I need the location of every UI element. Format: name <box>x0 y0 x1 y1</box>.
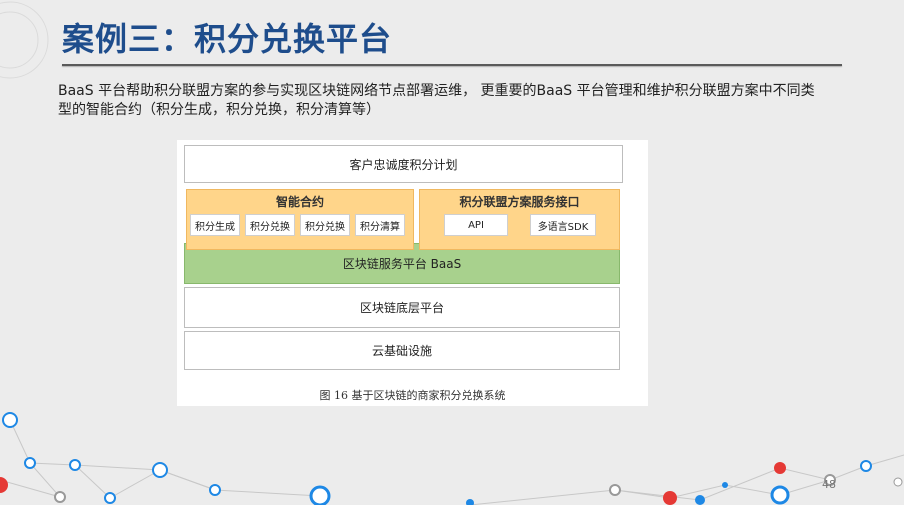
network-node-icon <box>152 462 168 478</box>
smart-contract-title: 智能合约 <box>275 195 324 209</box>
architecture-figure: 客户忠诚度积分计划 区块链服务平台 BaaS 智能合约 积分生成 积分兑换 积分… <box>177 140 648 406</box>
service-interface-title: 积分联盟方案服务接口 <box>459 195 580 209</box>
network-node-icon <box>209 484 221 496</box>
contract-item: 积分兑换 <box>300 214 350 236</box>
contract-item: 积分清算 <box>355 214 405 236</box>
network-node-icon <box>695 495 705 505</box>
figure-caption: 图 16 基于区块链的商家积分兑换系统 <box>319 389 506 402</box>
binary-circle-decoration <box>0 1 49 79</box>
service-interface-group: 积分联盟方案服务接口 API 多语言SDK <box>419 189 620 250</box>
network-node-icon <box>54 491 66 503</box>
network-node-icon <box>24 457 36 469</box>
title-divider <box>62 64 842 66</box>
layer-cloud-infra: 云基础设施 <box>184 331 620 370</box>
network-node-icon <box>774 462 786 474</box>
network-node-icon <box>722 482 728 488</box>
layer-customer-loyalty: 客户忠诚度积分计划 <box>184 145 623 183</box>
smart-contract-group: 智能合约 积分生成 积分兑换 积分兑换 积分清算 <box>186 189 414 250</box>
network-node-icon <box>770 485 790 505</box>
slide-description: BaaS 平台帮助积分联盟方案的参与实现区块链网络节点部署运维， 更重要的Baa… <box>58 83 815 118</box>
network-lines <box>0 419 904 505</box>
network-node-icon <box>104 492 116 504</box>
slide-title: 案例三：积分兑换平台 <box>62 20 393 58</box>
network-node-icon <box>609 484 621 496</box>
api-item: API <box>444 214 508 236</box>
network-node-icon <box>69 459 81 471</box>
network-node-icon <box>2 412 18 428</box>
page-number: 48 <box>822 478 836 491</box>
network-node-icon <box>309 485 331 505</box>
network-node-icon <box>466 499 474 505</box>
network-node-icon <box>893 477 903 487</box>
layer-blockchain-base: 区块链底层平台 <box>184 287 620 328</box>
network-node-icon <box>663 491 677 505</box>
contract-item: 积分兑换 <box>245 214 295 236</box>
network-node-icon <box>0 477 8 493</box>
contract-item: 积分生成 <box>190 214 240 236</box>
network-node-icon <box>860 460 872 472</box>
sdk-item: 多语言SDK <box>530 214 596 236</box>
